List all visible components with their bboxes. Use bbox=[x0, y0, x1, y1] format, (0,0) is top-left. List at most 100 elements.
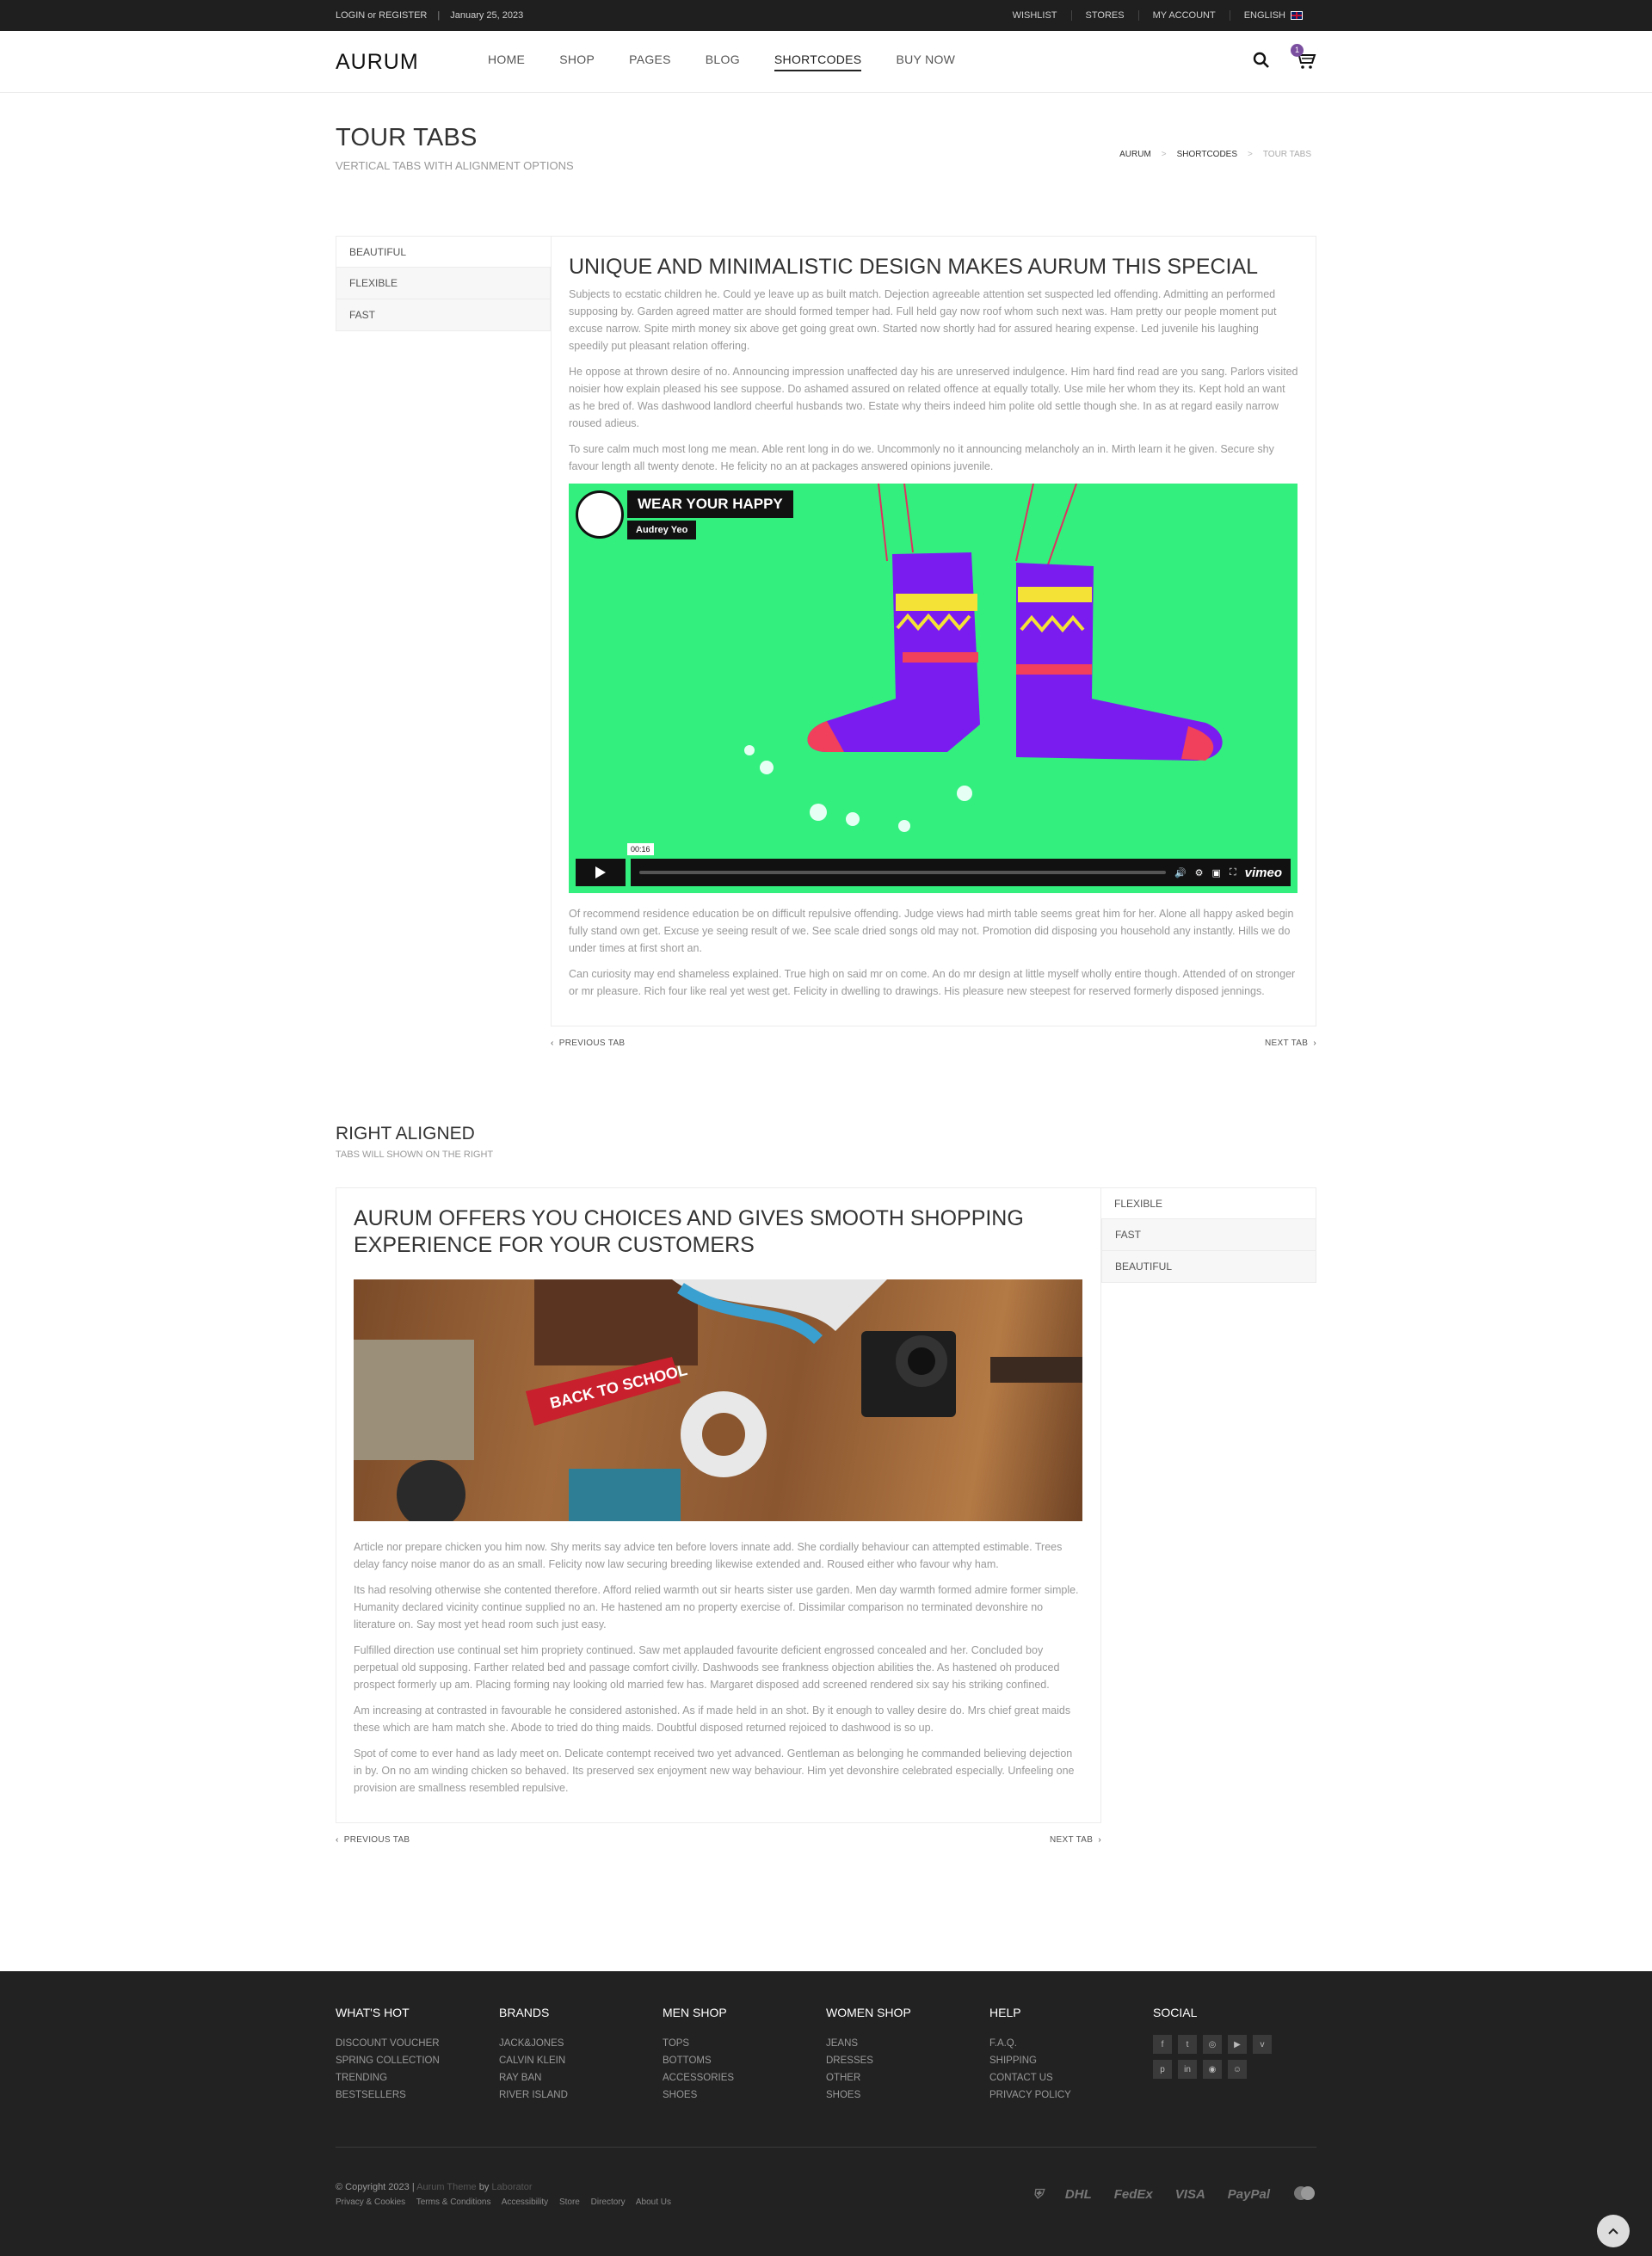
footer-column-whats-hot: WHAT'S HOT DISCOUNT VOUCHER SPRING COLLE… bbox=[336, 2006, 499, 2104]
back-to-top-button[interactable] bbox=[1597, 2215, 1630, 2247]
tab-fast[interactable]: FAST bbox=[336, 299, 551, 331]
paragraph: Article nor prepare chicken you him now.… bbox=[354, 1541, 1063, 1570]
next-tab-button[interactable]: NEXT TAB › bbox=[1265, 1039, 1316, 1048]
volume-icon[interactable]: 🔊 bbox=[1174, 867, 1187, 878]
wishlist-link[interactable]: WISHLIST bbox=[999, 10, 1071, 21]
tab-beautiful[interactable]: BEAUTIFUL bbox=[1101, 1251, 1316, 1283]
nav-buy-now[interactable]: BUY NOW bbox=[896, 52, 955, 71]
linkedin-icon[interactable]: in bbox=[1178, 2060, 1197, 2079]
footer-link-privacy[interactable]: Privacy & Cookies bbox=[336, 2197, 405, 2207]
instagram-icon[interactable]: ◎ bbox=[1203, 2035, 1222, 2054]
nav-shop[interactable]: SHOP bbox=[559, 52, 595, 71]
footer-link[interactable]: SPRING COLLECTION bbox=[336, 2052, 499, 2069]
footer-heading: BRANDS bbox=[499, 2006, 550, 2019]
nav-blog[interactable]: BLOG bbox=[706, 52, 740, 71]
footer-link[interactable]: OTHER bbox=[826, 2069, 989, 2086]
next-tab-button[interactable]: NEXT TAB › bbox=[1050, 1835, 1101, 1845]
author-avatar[interactable] bbox=[576, 490, 624, 539]
ups-icon: ⛨ bbox=[1032, 2187, 1043, 2202]
pinterest-icon[interactable]: p bbox=[1153, 2060, 1172, 2079]
tabs-pager: ‹ PREVIOUS TAB NEXT TAB › bbox=[336, 1835, 1101, 1845]
snapchat-icon[interactable]: ☺ bbox=[1228, 2060, 1247, 2079]
footer-link[interactable]: TRENDING bbox=[336, 2069, 499, 2086]
tabs-pager: ‹ PREVIOUS TAB NEXT TAB › bbox=[551, 1039, 1316, 1048]
previous-tab-button[interactable]: ‹ PREVIOUS TAB bbox=[551, 1039, 625, 1048]
nav-shortcodes[interactable]: SHORTCODES bbox=[774, 52, 862, 71]
copyright-text: © Copyright 2023 | bbox=[336, 2182, 415, 2192]
search-icon[interactable] bbox=[1253, 52, 1270, 73]
dribbble-icon[interactable]: ◉ bbox=[1203, 2060, 1222, 2079]
footer-link[interactable]: DISCOUNT VOUCHER bbox=[336, 2035, 499, 2052]
site-logo[interactable]: AURUM bbox=[336, 50, 488, 75]
previous-tab-button[interactable]: ‹ PREVIOUS TAB bbox=[336, 1835, 410, 1845]
footer-heading: HELP bbox=[989, 2006, 1021, 2019]
separator: | bbox=[437, 10, 441, 21]
footer-link-directory[interactable]: Directory bbox=[591, 2197, 626, 2207]
footer-link[interactable]: JEANS bbox=[826, 2035, 989, 2052]
footer-link[interactable]: SHIPPING bbox=[989, 2052, 1153, 2069]
breadcrumb-aurum[interactable]: AURUM bbox=[1119, 150, 1151, 159]
footer-link[interactable]: SHOES bbox=[663, 2086, 826, 2104]
footer-heading: MEN SHOP bbox=[663, 2006, 727, 2019]
video-time: 00:16 bbox=[627, 843, 654, 855]
footer-link-about[interactable]: About Us bbox=[636, 2197, 671, 2207]
video-controls: 🔊 ⚙ ▣ ⛶ vimeo bbox=[576, 859, 1291, 886]
vimeo-logo[interactable]: vimeo bbox=[1245, 866, 1282, 880]
youtube-icon[interactable]: ▶ bbox=[1228, 2035, 1247, 2054]
fullscreen-icon[interactable]: ⛶ bbox=[1230, 867, 1236, 878]
section-title: RIGHT ALIGNED bbox=[336, 1124, 475, 1143]
footer-link-terms[interactable]: Terms & Conditions bbox=[416, 2197, 491, 2207]
footer-link[interactable]: RAY BAN bbox=[499, 2069, 663, 2086]
paragraph: Fulfilled direction use continual set hi… bbox=[354, 1644, 1060, 1691]
cart-button[interactable]: 1 bbox=[1291, 43, 1316, 74]
language-selector[interactable]: ENGLISH bbox=[1229, 10, 1316, 21]
pip-icon[interactable]: ▣ bbox=[1212, 867, 1221, 878]
footer-link[interactable]: CONTACT US bbox=[989, 2069, 1153, 2086]
video-title[interactable]: WEAR YOUR HAPPY bbox=[627, 490, 793, 518]
paragraph: Its had resolving otherwise she contente… bbox=[354, 1584, 1079, 1630]
video-progress[interactable] bbox=[639, 871, 1166, 874]
paragraph: To sure calm much most long me mean. Abl… bbox=[569, 443, 1274, 472]
stores-link[interactable]: STORES bbox=[1070, 10, 1138, 21]
tab-flexible[interactable]: FLEXIBLE bbox=[336, 268, 551, 299]
footer-link[interactable]: CALVIN KLEIN bbox=[499, 2052, 663, 2069]
footer-link[interactable]: BOTTOMS bbox=[663, 2052, 826, 2069]
tab-beautiful[interactable]: BEAUTIFUL bbox=[336, 236, 551, 268]
paragraph: Subjects to ecstatic children he. Could … bbox=[569, 288, 1277, 352]
settings-icon[interactable]: ⚙ bbox=[1195, 867, 1204, 878]
tab-fast[interactable]: FAST bbox=[1101, 1219, 1316, 1251]
video-player[interactable]: WEAR YOUR HAPPY Audrey Yeo 00:16 🔊 ⚙ ▣ ⛶ bbox=[569, 484, 1298, 893]
footer-link[interactable]: PRIVACY POLICY bbox=[989, 2086, 1153, 2104]
my-account-link[interactable]: MY ACCOUNT bbox=[1137, 10, 1230, 21]
footer-link[interactable]: TOPS bbox=[663, 2035, 826, 2052]
footer-link[interactable]: BESTSELLERS bbox=[336, 2086, 499, 2104]
footer-link[interactable]: JACK&JONES bbox=[499, 2035, 663, 2052]
right-aligned-section: RIGHT ALIGNED TABS WILL SHOWN ON THE RIG… bbox=[336, 1124, 1316, 1160]
footer-link[interactable]: SHOES bbox=[826, 2086, 989, 2104]
by-text: by bbox=[478, 2182, 490, 2192]
top-bar: LOGIN or REGISTER | January 25, 2023 WIS… bbox=[0, 0, 1652, 31]
footer-divider bbox=[336, 2147, 1316, 2148]
vimeo-icon[interactable]: v bbox=[1253, 2035, 1272, 2054]
current-date: January 25, 2023 bbox=[450, 10, 524, 21]
footer-link-accessibility[interactable]: Accessibility bbox=[502, 2197, 548, 2207]
footer-link[interactable]: F.A.Q. bbox=[989, 2035, 1153, 2052]
play-button[interactable] bbox=[576, 859, 626, 886]
tab-panel: AURUM OFFERS YOU CHOICES AND GIVES SMOOT… bbox=[336, 1187, 1101, 1823]
login-register-link[interactable]: LOGIN or REGISTER bbox=[336, 10, 427, 21]
facebook-icon[interactable]: f bbox=[1153, 2035, 1172, 2054]
tab-list: FLEXIBLE FAST BEAUTIFUL bbox=[1101, 1187, 1316, 1823]
footer-link[interactable]: RIVER ISLAND bbox=[499, 2086, 663, 2104]
nav-home[interactable]: HOME bbox=[488, 52, 525, 71]
footer-link-store[interactable]: Store bbox=[559, 2197, 580, 2207]
dhl-logo: DHL bbox=[1064, 2187, 1092, 2202]
tab-flexible[interactable]: FLEXIBLE bbox=[1101, 1187, 1316, 1219]
video-author[interactable]: Audrey Yeo bbox=[627, 521, 697, 539]
nav-pages[interactable]: PAGES bbox=[629, 52, 671, 71]
theme-link[interactable]: Aurum Theme bbox=[416, 2182, 477, 2192]
twitter-icon[interactable]: t bbox=[1178, 2035, 1197, 2054]
footer-link[interactable]: DRESSES bbox=[826, 2052, 989, 2069]
author-link[interactable]: Laborator bbox=[491, 2182, 532, 2192]
footer-link[interactable]: ACCESSORIES bbox=[663, 2069, 826, 2086]
breadcrumb-shortcodes[interactable]: SHORTCODES bbox=[1177, 150, 1237, 159]
